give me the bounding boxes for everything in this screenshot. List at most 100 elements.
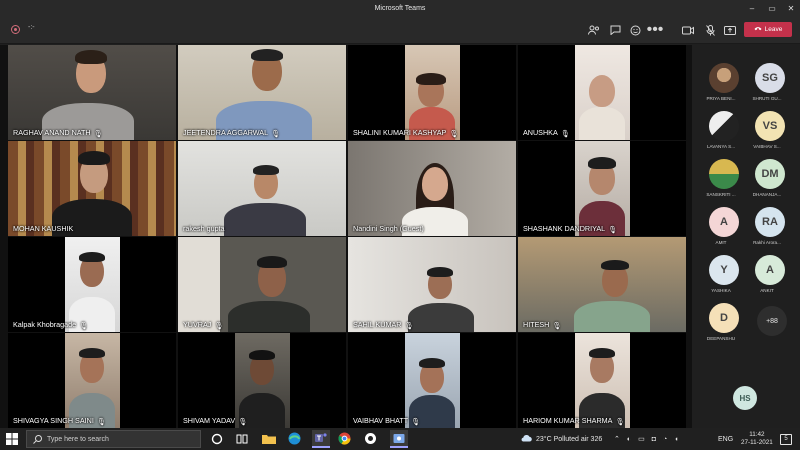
minimize-icon[interactable]: – <box>742 0 762 16</box>
search-icon <box>33 435 42 446</box>
participant-name: HITESH 🎙 <box>523 320 562 330</box>
rail-participant-name: SANSKRITI ... <box>706 192 736 197</box>
leave-button[interactable]: Leave <box>744 22 792 37</box>
video-tile[interactable]: MOHAN KAUSHIK <box>8 141 176 236</box>
video-grid: RAGHAV ANAND NATH 🎙 JEETENDRA AGGARWAL 🎙 S… <box>0 45 692 428</box>
clock-date: 27-11-2021 <box>741 439 773 446</box>
participant-video <box>348 237 516 332</box>
camera-icon[interactable] <box>680 22 696 38</box>
rail-participant[interactable]: D DEEPANSHU <box>698 303 744 347</box>
screen-recorder-icon[interactable] <box>390 430 408 448</box>
battery-icon[interactable]: ▭ <box>638 435 645 443</box>
participant-video <box>235 333 290 428</box>
video-tile[interactable]: SHIVAGYA SINGH SAINI 🎙 <box>8 333 176 428</box>
video-tile[interactable]: SHASHANK DANDRIYAL 🎙 <box>518 141 686 236</box>
mic-off-icon: 🎙 <box>96 416 106 426</box>
cortana-icon[interactable] <box>211 432 225 446</box>
input-language[interactable]: ENG <box>718 428 733 450</box>
avatar <box>709 63 739 93</box>
participants-icon[interactable] <box>586 22 602 38</box>
participant-name: HARIOM KUMAR SHARMA 🎙 <box>523 416 625 426</box>
chat-icon[interactable] <box>607 22 623 38</box>
app-icon[interactable] <box>364 432 378 446</box>
file-explorer-icon[interactable] <box>262 432 276 446</box>
chrome-icon[interactable] <box>338 432 352 446</box>
more-actions-icon[interactable]: ••• <box>647 21 664 38</box>
video-tile[interactable]: SAHIL KUMAR 🎙 <box>348 237 516 332</box>
weather-widget[interactable]: 23°C Polluted air 326 <box>520 428 602 450</box>
video-tile[interactable]: VAIBHAV BHATT 🎙 <box>348 333 516 428</box>
rail-participant-name: DHANANJA... <box>752 192 782 197</box>
cloud-icon <box>520 434 532 444</box>
rail-participant[interactable]: A ANKIT <box>744 255 790 299</box>
mic-off-icon[interactable] <box>702 22 718 38</box>
video-tile[interactable]: HARIOM KUMAR SHARMA 🎙 <box>518 333 686 428</box>
reactions-icon[interactable] <box>627 22 643 38</box>
video-tile[interactable]: SHIVAM YADAV 🎙 <box>178 333 346 428</box>
more-participants-button[interactable]: +88 <box>757 306 787 336</box>
participant-video <box>178 45 346 140</box>
search-placeholder: Type here to search <box>47 435 109 443</box>
mic-off-icon: 🎙 <box>552 320 562 330</box>
video-tile[interactable]: SHALINI KUMARI KASHYAP 🎙 <box>348 45 516 140</box>
rail-participant[interactable]: LAVANYA S... <box>698 111 744 155</box>
participant-video <box>178 141 346 236</box>
participant-name: SHIVAGYA SINGH SAINI 🎙 <box>13 416 106 426</box>
show-hidden-icon[interactable]: ⌃ <box>614 435 620 443</box>
volume-icon[interactable]: ◖ <box>674 436 678 443</box>
avatar <box>709 159 739 189</box>
task-view-icon[interactable] <box>236 432 250 446</box>
rail-participant-name: PRIYA BENI... <box>706 96 736 101</box>
meeting-controls-bar: -:- ••• Leave <box>0 16 800 44</box>
window-title: Microsoft Teams <box>374 4 426 12</box>
edge-icon[interactable] <box>288 432 302 446</box>
clock[interactable]: 11:42 27-11-2021 <box>741 428 773 450</box>
windows-start-icon[interactable] <box>6 432 20 446</box>
network-icon[interactable]: ◔ <box>663 436 667 443</box>
video-tile[interactable]: JEETENDRA AGGARWAL 🎙 <box>178 45 346 140</box>
notification-center-icon[interactable]: 5 <box>780 428 792 450</box>
video-tile[interactable]: YUVRAJ 🎙 <box>178 237 346 332</box>
rail-participant[interactable]: SANSKRITI ... <box>698 159 744 203</box>
teams-icon[interactable] <box>312 430 330 448</box>
rail-participant[interactable]: RA Rakhi Arora... <box>744 207 790 251</box>
rail-participant-name: AMIT <box>715 240 727 245</box>
mic-off-icon: 🎙 <box>560 128 570 138</box>
rail-participant[interactable]: SG SHRUTI GU... <box>744 63 790 107</box>
mic-off-icon: 🎙 <box>404 320 414 330</box>
participant-video <box>65 333 120 428</box>
video-tile[interactable]: HITESH 🎙 <box>518 237 686 332</box>
self-view-avatar[interactable]: HS <box>733 386 757 410</box>
participant-video <box>575 141 630 236</box>
meeting-timer: -:- <box>28 24 35 31</box>
participant-video <box>405 333 460 428</box>
video-tile[interactable]: Kalpak Khobragade 🎙 <box>8 237 176 332</box>
avatar: Y <box>709 255 739 285</box>
rail-participant[interactable]: DM DHANANJA... <box>744 159 790 203</box>
tray-app-icon[interactable]: ◐ <box>627 436 631 443</box>
camera-tray-icon[interactable]: ◘ <box>652 436 656 443</box>
rail-participant[interactable]: Y YASHIKA <box>698 255 744 299</box>
rail-participant-name: ANKIT <box>760 288 774 293</box>
participant-video <box>8 45 176 140</box>
clock-time: 11:42 <box>749 431 765 438</box>
video-tile[interactable]: RAGHAV ANAND NATH 🎙 <box>8 45 176 140</box>
rail-participant-name: SHRUTI GU... <box>752 96 782 101</box>
video-tile[interactable]: Nandini Singh (Guest) <box>348 141 516 236</box>
taskbar-search-input[interactable]: Type here to search <box>26 430 201 448</box>
rail-participant-name: VAIBHAV S... <box>753 144 781 149</box>
rail-participant-name: DEEPANSHU <box>706 336 736 341</box>
participant-name: Nandini Singh (Guest) <box>353 224 424 233</box>
rail-participant[interactable]: A AMIT <box>698 207 744 251</box>
avatar: A <box>709 207 739 237</box>
rail-participant[interactable]: PRIYA BENI... <box>698 63 744 107</box>
video-tile[interactable]: rakesh gupta <box>178 141 346 236</box>
participant-name: RAGHAV ANAND NATH 🎙 <box>13 128 103 138</box>
maximize-icon[interactable]: ▭ <box>762 0 782 16</box>
share-screen-icon[interactable] <box>722 22 738 38</box>
close-icon[interactable]: ✕ <box>781 0 800 16</box>
video-tile[interactable]: ANUSHKA 🎙 <box>518 45 686 140</box>
avatar: DM <box>755 159 785 189</box>
rail-participant[interactable]: VS VAIBHAV S... <box>744 111 790 155</box>
title-bar: Microsoft Teams – ▭ ✕ <box>0 0 800 16</box>
